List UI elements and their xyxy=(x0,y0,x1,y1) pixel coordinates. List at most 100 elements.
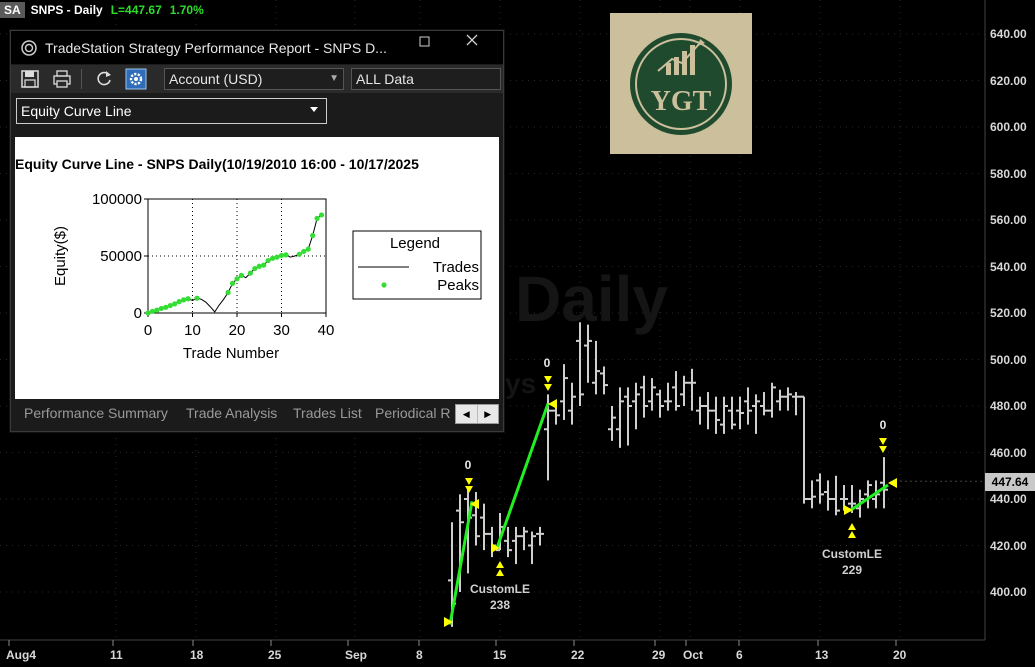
x-axis-label: Trade Number xyxy=(183,345,279,362)
data-range-select[interactable]: ALL Data xyxy=(351,68,501,90)
date-tick-label: 11 xyxy=(110,648,123,662)
date-tick-label: Oct xyxy=(683,648,704,662)
print-icon xyxy=(53,70,71,88)
refresh-icon xyxy=(97,71,111,86)
peak-point xyxy=(225,289,231,296)
save-button[interactable] xyxy=(17,67,43,91)
price-tick-label: 540.00 xyxy=(990,259,1027,274)
ohlc-bar xyxy=(536,526,544,546)
peak-point xyxy=(310,232,316,239)
y-tick-label: 100000 xyxy=(92,191,142,208)
peak-point xyxy=(252,265,258,272)
ohlc-bar xyxy=(520,526,528,551)
price-tick-label: 640.00 xyxy=(990,27,1027,41)
peak-point xyxy=(149,308,156,314)
print-button[interactable] xyxy=(49,67,75,91)
save-icon xyxy=(21,70,39,88)
ohlc-bar xyxy=(880,457,888,509)
peak-point xyxy=(265,257,271,264)
legend-label-peaks: Peaks xyxy=(437,277,479,294)
peak-point xyxy=(145,310,151,316)
price-tick-label: 460.00 xyxy=(990,445,1027,460)
x-tick-label: 10 xyxy=(184,322,201,339)
date-tick-label: 18 xyxy=(190,648,204,662)
exit-arrow-icon xyxy=(465,486,473,493)
window-titlebar[interactable]: TradeStation Strategy Performance Report… xyxy=(11,31,503,64)
peak-point xyxy=(318,212,325,218)
maximize-button[interactable] xyxy=(411,35,439,51)
peak-point xyxy=(194,295,200,301)
ohlc-bar xyxy=(736,396,744,430)
peak-point xyxy=(261,262,267,268)
legend-title: Legend xyxy=(390,235,440,252)
ohlc-bar xyxy=(600,366,608,395)
chart-watermark: Daily xyxy=(515,263,668,335)
exit-arrow-icon xyxy=(879,438,887,445)
entry-arrow-icon xyxy=(848,523,856,530)
ohlc-bar xyxy=(728,396,736,430)
signal-label-1-qty: 238 xyxy=(489,598,511,612)
ohlc-bar xyxy=(664,382,672,411)
ohlc-bar xyxy=(680,375,688,406)
entry-arrow-icon xyxy=(848,531,856,538)
last-price: L=447.67 xyxy=(110,3,162,17)
ohlc-bar xyxy=(512,526,520,565)
symbol-badge[interactable]: SA xyxy=(0,2,25,18)
ygt-logo: YGT xyxy=(610,13,752,154)
equity-curve-panel: Equity Curve Line - SNPS Daily(10/19/201… xyxy=(15,137,499,399)
exit-arrow-icon xyxy=(465,478,473,485)
scroll-right-icon[interactable]: ▶ xyxy=(478,405,499,423)
legend-label-trades: Trades xyxy=(433,259,479,276)
ohlc-bar xyxy=(656,389,664,418)
peak-point xyxy=(314,215,320,221)
tab-trade-analysis[interactable]: Trade Analysis xyxy=(186,405,277,421)
ohlc-bar xyxy=(608,406,616,441)
tab-performance-summary[interactable]: Performance Summary xyxy=(24,405,168,421)
ohlc-bar xyxy=(624,387,632,446)
peak-point xyxy=(234,276,240,282)
x-tick-label: 0 xyxy=(144,322,152,339)
strategy-performance-window[interactable]: TradeStation Strategy Performance Report… xyxy=(10,30,504,432)
date-tick-label: 22 xyxy=(571,648,585,662)
tab-periodical[interactable]: Periodical R xyxy=(375,405,453,421)
ohlc-bar xyxy=(704,392,712,430)
chevron-down-icon: ▼ xyxy=(329,73,339,84)
ohlc-bar xyxy=(800,395,808,504)
price-tick-label: 480.00 xyxy=(990,399,1027,413)
gear-icon xyxy=(125,68,147,90)
ohlc-bar xyxy=(688,368,696,411)
refresh-button[interactable] xyxy=(91,67,117,91)
ohlc-bar xyxy=(752,394,760,434)
close-icon xyxy=(466,34,478,46)
peak-point xyxy=(163,304,169,310)
scroll-left-icon[interactable]: ◀ xyxy=(456,405,478,423)
exit-arrow-icon xyxy=(544,384,552,391)
curve-type-select[interactable]: Equity Curve Line xyxy=(16,98,327,124)
y-tick-label: 0 xyxy=(134,305,142,322)
price-tick-label: 600.00 xyxy=(990,120,1027,134)
maximize-icon xyxy=(419,36,430,47)
ohlc-bar xyxy=(488,526,496,558)
peak-point xyxy=(278,252,285,259)
ohlc-bar xyxy=(696,396,704,425)
peak-point xyxy=(176,299,182,305)
tab-trades-list[interactable]: Trades List xyxy=(293,405,362,421)
signal-label-1: CustomLE 238 xyxy=(460,581,540,613)
date-tick-label: Aug4 xyxy=(6,648,36,662)
ohlc-bar xyxy=(480,503,488,551)
entry-arrow-icon xyxy=(496,569,504,576)
account-select[interactable]: Account (USD) ▼ xyxy=(164,68,344,90)
settings-button[interactable] xyxy=(123,67,149,91)
ohlc-bar xyxy=(760,392,768,416)
ohlc-bar xyxy=(864,480,872,509)
ohlc-bar xyxy=(808,480,816,509)
date-tick-label: 13 xyxy=(815,648,829,662)
signal-label-3-name: CustomLE xyxy=(822,547,882,561)
close-button[interactable] xyxy=(458,33,486,51)
percent-change: 1.70% xyxy=(169,3,204,17)
peak-point xyxy=(274,254,280,260)
tab-scroll-buttons: ◀ ▶ xyxy=(455,404,499,424)
ohlc-bar xyxy=(824,480,832,511)
logo-text: YGT xyxy=(651,86,712,117)
peak-point xyxy=(256,263,262,269)
